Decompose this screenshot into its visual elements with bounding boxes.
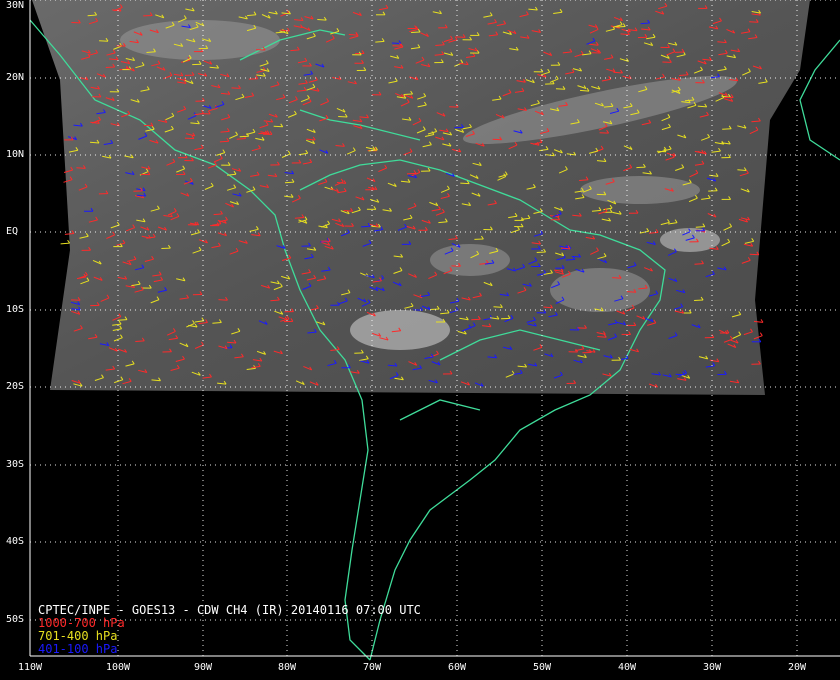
map-caption: CPTEC/INPE - GOES13 - CDW CH4 (IR) 20140… xyxy=(38,604,421,656)
wind-barb xyxy=(60,242,70,245)
wind-barb xyxy=(218,299,228,301)
wind-barb xyxy=(87,14,97,17)
lat-label: 10S xyxy=(6,304,25,315)
lat-label: 20N xyxy=(6,72,25,83)
wind-barb xyxy=(105,66,115,68)
wind-barb xyxy=(694,263,704,265)
wind-barb xyxy=(555,88,566,90)
wind-barb xyxy=(749,253,759,256)
wind-barb xyxy=(536,251,546,253)
lon-label: 30W xyxy=(702,662,722,673)
wind-barb xyxy=(492,138,502,141)
wind-barb xyxy=(184,137,194,140)
wind-barb xyxy=(76,167,86,169)
lat-label: 30S xyxy=(6,459,25,470)
lon-label: 40W xyxy=(617,662,637,673)
satellite-wind-map xyxy=(29,0,840,661)
wind-barb xyxy=(620,33,630,36)
wind-barb xyxy=(89,141,100,144)
lat-label: 20S xyxy=(6,381,25,392)
wind-barb xyxy=(579,89,590,92)
wind-barb xyxy=(722,128,732,130)
wind-barb xyxy=(375,40,385,43)
wind-barb xyxy=(616,26,626,28)
lon-label: 60W xyxy=(447,662,467,673)
wind-barb xyxy=(406,172,417,175)
wind-barb xyxy=(411,31,421,33)
wind-barb xyxy=(613,71,623,74)
wind-barb xyxy=(338,116,348,118)
wind-barb xyxy=(118,319,128,321)
lat-label: EQ xyxy=(6,226,19,237)
wind-barb xyxy=(684,99,695,102)
lon-label: 100W xyxy=(105,662,131,673)
wind-barb xyxy=(737,169,747,171)
lat-label: 30N xyxy=(6,0,25,11)
lon-label: 90W xyxy=(193,662,213,673)
wind-barb xyxy=(460,182,470,185)
wind-barb xyxy=(626,291,636,293)
wind-barb xyxy=(284,181,295,184)
wind-barb xyxy=(219,140,229,143)
wind-barb xyxy=(213,213,223,216)
wind-barb xyxy=(361,225,371,228)
wind-barb xyxy=(749,21,759,23)
wind-barb xyxy=(471,318,481,321)
lat-label: 50S xyxy=(6,614,25,625)
wind-barb xyxy=(413,309,423,311)
wind-barb xyxy=(493,306,503,308)
wind-barb xyxy=(403,93,413,95)
wind-barb xyxy=(290,49,300,52)
wind-barb xyxy=(636,166,646,169)
legend-high: 401-100 hPa xyxy=(38,642,118,656)
wind-barb xyxy=(694,299,704,301)
wind-barb xyxy=(571,255,581,258)
wind-barb xyxy=(456,36,466,38)
wind-barb xyxy=(99,40,109,42)
wind-barb xyxy=(270,299,280,302)
lon-label: 80W xyxy=(277,662,297,673)
lon-label: 110W xyxy=(17,662,43,673)
wind-barb xyxy=(231,87,241,89)
wind-barb xyxy=(387,364,397,367)
wind-barb xyxy=(612,277,622,279)
wind-barb xyxy=(236,138,246,140)
lat-label: 10N xyxy=(6,149,25,160)
lon-label: 20W xyxy=(787,662,807,673)
wind-barb xyxy=(273,125,283,128)
wind-barb xyxy=(565,258,575,261)
wind-barb-flag xyxy=(759,332,763,336)
wind-barb xyxy=(430,308,440,310)
wind-barb xyxy=(317,19,327,21)
lon-label: 70W xyxy=(362,662,382,673)
wind-barb-flag xyxy=(67,239,71,244)
wind-barb xyxy=(640,22,650,25)
wind-barb xyxy=(695,226,705,228)
wind-barb xyxy=(135,340,145,342)
lon-label: 50W xyxy=(532,662,552,673)
lat-label: 40S xyxy=(6,536,25,547)
wind-barb xyxy=(220,130,230,133)
